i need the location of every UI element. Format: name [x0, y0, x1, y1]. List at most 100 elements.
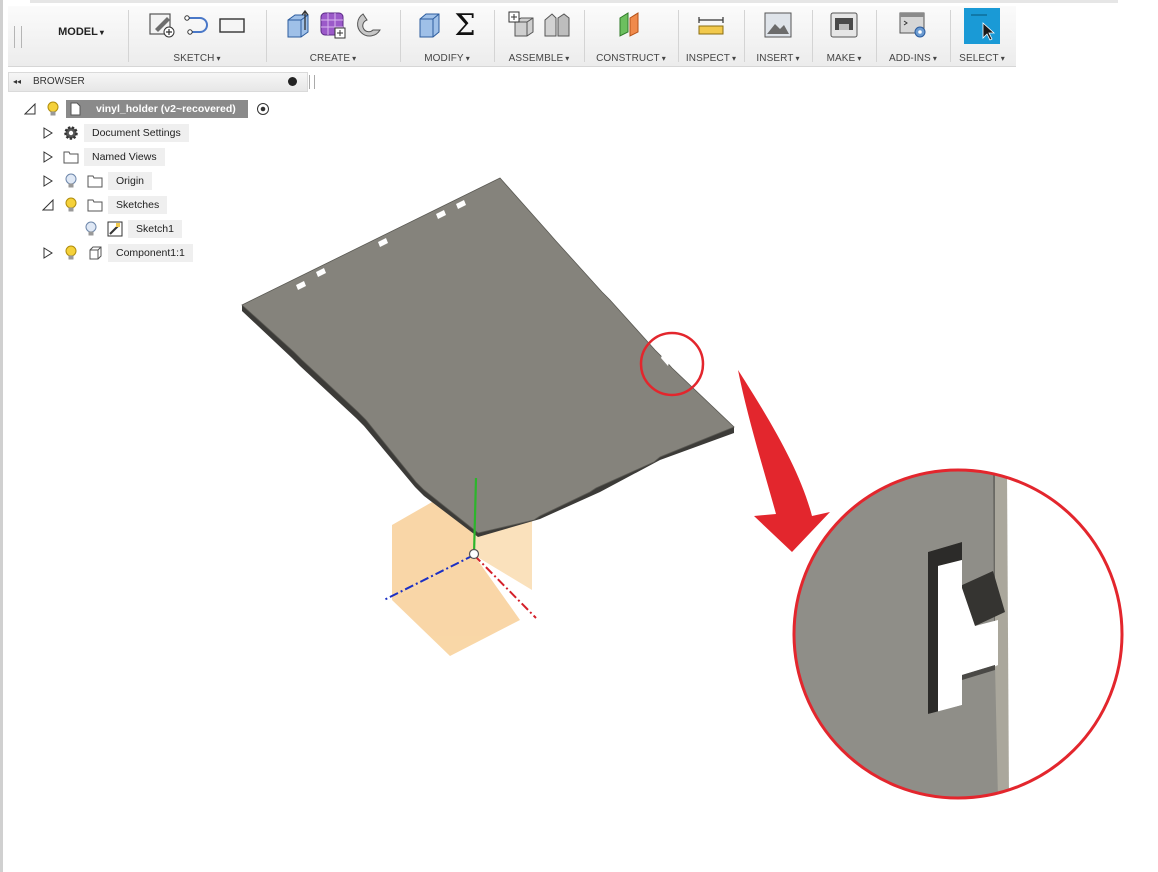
tree-item-sketch1[interactable]: Sketch1 — [82, 219, 182, 239]
select-cursor-icon — [971, 14, 996, 41]
toolbar-group-construct: CONSTRUCT ▾ — [586, 6, 679, 66]
new-component-button[interactable] — [506, 9, 538, 41]
rectangle-tool-button[interactable] — [216, 9, 248, 41]
create-menu[interactable]: CREATE ▾ — [268, 53, 398, 64]
lightbulb-on-icon[interactable] — [62, 196, 80, 214]
tree-item-label: Sketch1 — [128, 220, 182, 238]
joint-button[interactable] — [541, 9, 573, 41]
collapse-triangle-icon[interactable] — [24, 103, 36, 115]
browser-resize-grip[interactable] — [309, 75, 315, 89]
modify-menu[interactable]: MODIFY ▾ — [402, 53, 492, 64]
insert-image-button[interactable] — [762, 9, 794, 41]
folder-icon — [86, 196, 104, 214]
inspect-caret: ▾ — [731, 54, 737, 63]
measure-button[interactable] — [695, 9, 727, 41]
sketch-label: SKETCH — [173, 53, 215, 64]
extrude-button[interactable] — [282, 9, 314, 41]
browser-collapse-icon[interactable]: ◂◂ — [13, 73, 21, 91]
zoom-detail — [795, 471, 1121, 797]
rectangle-icon — [219, 18, 245, 33]
construct-label: CONSTRUCT — [596, 53, 660, 64]
collapse-triangle-icon[interactable] — [42, 199, 54, 211]
lightbulb-on-icon[interactable] — [44, 100, 62, 118]
tree-item-named-views[interactable]: Named Views — [42, 147, 165, 167]
expand-triangle-icon[interactable] — [42, 175, 54, 187]
insert-caret: ▾ — [795, 54, 800, 63]
sigma-icon: Σ — [454, 10, 475, 40]
gear-icon — [62, 124, 80, 142]
select-tool-button[interactable] — [964, 8, 1000, 44]
tree-item-label: Component1:1 — [108, 244, 193, 262]
assemble-menu[interactable]: ASSEMBLE ▾ — [496, 53, 582, 64]
main-toolbar: MODEL ▾ SKETCH ▾ CREATE ▾ Σ MODIFY ▾ ASS… — [8, 6, 1016, 67]
compute-button[interactable]: Σ — [449, 9, 481, 41]
origin-point[interactable] — [468, 548, 480, 560]
addins-menu[interactable]: ADD-INS ▾ — [878, 53, 948, 64]
offset-plane-button[interactable] — [615, 9, 647, 41]
expand-triangle-icon[interactable] — [42, 247, 54, 259]
scripts-addins-button[interactable] — [897, 9, 929, 41]
tree-item-document-settings[interactable]: Document Settings — [42, 123, 189, 143]
make-menu[interactable]: MAKE ▾ — [814, 53, 874, 64]
construct-menu[interactable]: CONSTRUCT ▾ — [586, 53, 676, 64]
create-sketch-icon — [149, 13, 175, 38]
toolbar-group-create: CREATE ▾ — [268, 6, 401, 66]
addins-label: ADD-INS — [889, 53, 931, 64]
toolbar-grip[interactable] — [14, 26, 22, 48]
plate-top-face[interactable] — [241, 177, 735, 534]
modify-label: MODIFY — [424, 53, 464, 64]
inspect-label: INSPECT — [685, 53, 730, 64]
sketch-icon — [106, 220, 124, 238]
create-sketch-button[interactable] — [146, 9, 178, 41]
tree-item-label: Sketches — [108, 196, 168, 214]
expand-triangle-icon[interactable] — [42, 127, 54, 139]
extrude-icon — [287, 10, 309, 38]
toolbar-group-modify: Σ MODIFY ▾ — [402, 6, 495, 66]
select-caret: ▾ — [1000, 54, 1005, 63]
tree-item-origin[interactable]: Origin — [42, 171, 153, 191]
window-left-edge — [0, 0, 3, 872]
inspect-menu[interactable]: INSPECT ▾ — [680, 53, 742, 64]
folder-icon — [62, 148, 80, 166]
toolbar-group-sketch: SKETCH ▾ — [130, 6, 267, 66]
insert-label: INSERT — [756, 53, 794, 64]
create-label: CREATE — [309, 53, 351, 64]
lightbulb-off-icon[interactable] — [62, 172, 80, 190]
browser-title: BROWSER — [33, 76, 85, 87]
tree-root-row[interactable]: vinyl_holder (v2~recovered) — [24, 99, 272, 119]
browser-toggle-icon[interactable] — [288, 77, 297, 86]
select-menu[interactable]: SELECT ▾ — [952, 53, 1012, 64]
line-tool-button[interactable] — [181, 9, 213, 41]
plate-body[interactable] — [241, 177, 735, 537]
modify-caret: ▾ — [465, 54, 470, 63]
revolve-button[interactable] — [352, 9, 384, 41]
select-label: SELECT — [959, 53, 999, 64]
sketch-menu[interactable]: SKETCH ▾ — [130, 53, 264, 64]
svg-text:Σ: Σ — [454, 10, 475, 40]
workspace-label: MODEL — [58, 26, 98, 38]
construction-plane-icon — [619, 12, 639, 37]
lightbulb-off-icon[interactable] — [82, 220, 100, 238]
workspace-menu[interactable]: MODEL ▾ — [38, 26, 124, 38]
joint-icon — [544, 13, 569, 37]
tree-item-component1[interactable]: Component1:1 — [42, 243, 193, 263]
tree-item-sketches[interactable]: Sketches — [42, 195, 168, 215]
window-top-edge — [30, 0, 1118, 3]
form-button[interactable] — [317, 9, 349, 41]
lightbulb-on-icon[interactable] — [62, 244, 80, 262]
insert-menu[interactable]: INSERT ▾ — [746, 53, 810, 64]
expand-triangle-icon[interactable] — [42, 151, 54, 163]
toolbar-group-make: MAKE ▾ — [814, 6, 877, 66]
active-target-icon[interactable] — [254, 100, 272, 118]
tree-root-label[interactable]: vinyl_holder (v2~recovered) — [84, 100, 248, 118]
sketch-caret: ▾ — [216, 54, 221, 63]
press-pull-icon — [419, 13, 439, 38]
press-pull-button[interactable] — [414, 9, 446, 41]
measure-ruler-icon — [698, 17, 724, 35]
toolbar-group-inspect: INSPECT ▾ — [680, 6, 745, 66]
toolbar-group-assemble: ASSEMBLE ▾ — [496, 6, 585, 66]
toolbar-group-insert: INSERT ▾ — [746, 6, 813, 66]
revolve-icon — [357, 13, 381, 37]
workspace-switcher[interactable]: MODEL ▾ — [22, 6, 129, 66]
3d-print-button[interactable] — [828, 9, 860, 41]
